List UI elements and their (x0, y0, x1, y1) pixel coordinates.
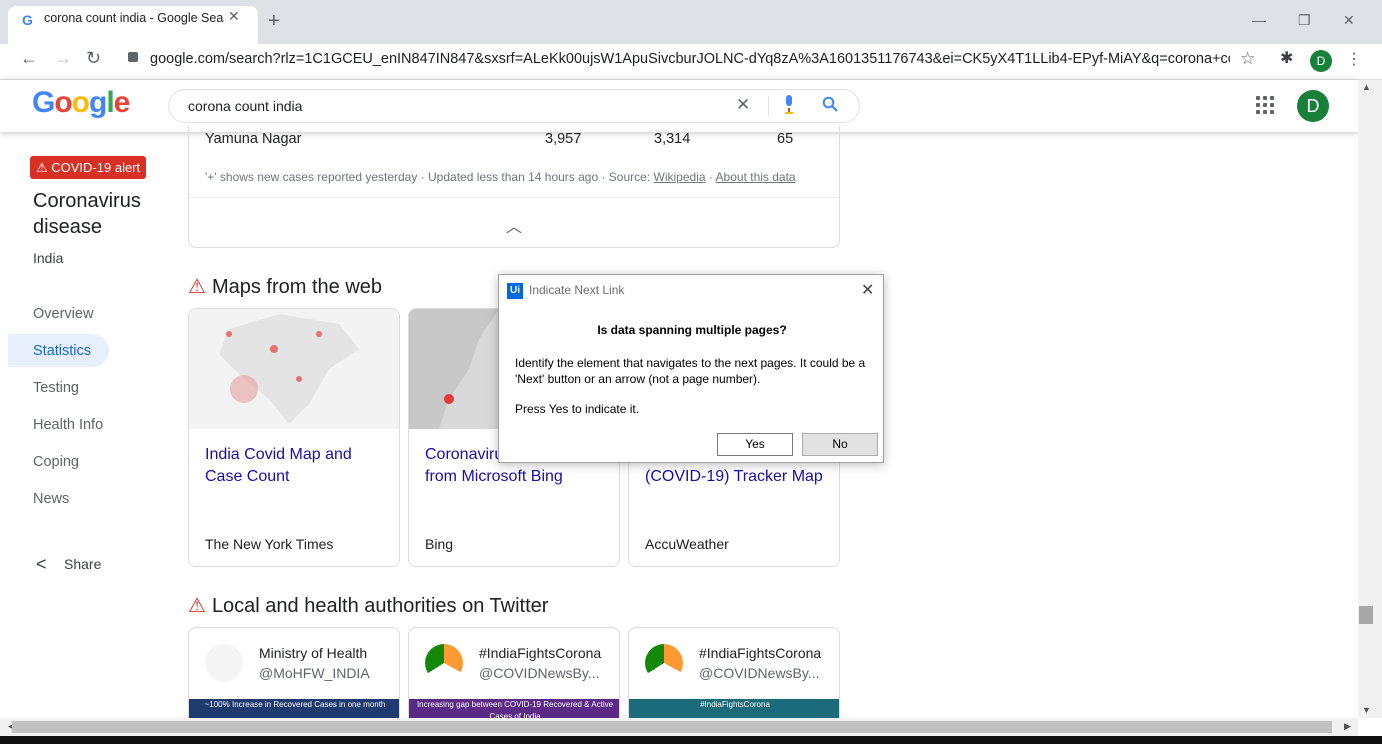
lock-icon[interactable] (128, 52, 138, 62)
map-card-title[interactable]: (COVID-19) Tracker Map (645, 466, 835, 488)
vertical-scroll-thumb[interactable] (1359, 606, 1373, 624)
search-input[interactable]: corona count india (188, 98, 302, 114)
search-icon[interactable] (822, 96, 838, 112)
taskbar (0, 736, 1382, 744)
browser-profile-avatar[interactable]: D (1310, 50, 1332, 72)
nav-item-testing[interactable]: Testing (33, 380, 79, 396)
no-button[interactable]: No (802, 433, 878, 456)
extensions-icon[interactable]: ✱ (1280, 48, 1293, 68)
nav-item-health-info[interactable]: Health Info (33, 417, 103, 433)
nav-item-news[interactable]: News (33, 491, 69, 507)
google-doodle-logo[interactable]: Google (32, 86, 130, 120)
india-fights-corona-avatar (425, 644, 463, 682)
collapse-chevron-icon[interactable]: ︿ (506, 213, 522, 237)
twitter-handle: @COVIDNewsBy... (479, 665, 600, 681)
tweet-banner: #IndiaFightsCorona (629, 699, 839, 719)
dialog-body: Identify the element that navigates to t… (515, 356, 866, 386)
new-tab-button[interactable]: + (268, 10, 280, 33)
uipath-logo-icon: Ui (507, 283, 523, 299)
twitter-handle: @COVIDNewsBy... (699, 665, 820, 681)
indicate-next-link-dialog: Ui Indicate Next Link ✕ Is data spanning… (498, 274, 884, 463)
table-cell-cases: 3,957 (545, 131, 582, 147)
forward-icon[interactable]: → (54, 48, 72, 69)
ministry-emblem-avatar (205, 644, 243, 682)
india-fights-corona-avatar (645, 644, 683, 682)
twitter-card[interactable]: #IndiaFightsCorona @COVIDNewsBy... #Indi… (628, 627, 840, 722)
tab-close-icon[interactable]: ✕ (228, 8, 240, 25)
twitter-card[interactable]: Ministry of Health @MoHFW_INDIA ~100% In… (188, 627, 400, 722)
india-map-thumbnail (189, 309, 399, 429)
twitter-account-name[interactable]: #IndiaFightsCorona (699, 645, 821, 661)
clear-search-icon[interactable]: ✕ (736, 95, 750, 115)
warning-icon: ⚠ (188, 595, 206, 617)
scroll-down-icon[interactable]: ▼ (1362, 705, 1371, 715)
scroll-up-icon[interactable]: ▲ (1362, 82, 1371, 92)
tab-title[interactable]: corona count india - Google Search (44, 11, 224, 25)
tweet-banner: Increasing gap between COVID-19 Recovere… (409, 699, 619, 721)
twitter-card[interactable]: #IndiaFightsCorona @COVIDNewsBy... Incre… (408, 627, 620, 722)
warning-icon: ⚠ (188, 276, 206, 298)
google-account-avatar[interactable]: D (1297, 90, 1329, 122)
reload-icon[interactable]: ↻ (86, 48, 101, 69)
google-favicon-icon: G (22, 12, 33, 28)
map-card-source: Bing (425, 536, 454, 552)
twitter-account-name[interactable]: #IndiaFightsCorona (479, 645, 601, 661)
nav-item-overview[interactable]: Overview (33, 306, 93, 322)
panel-title: Coronavirus disease (33, 190, 141, 238)
footnote-text: '+' shows new cases reported yesterday ·… (205, 170, 654, 184)
maps-heading: ⚠ Maps from the web (188, 276, 383, 298)
restore-icon[interactable]: ❐ (1298, 12, 1311, 29)
table-cell-deaths: 65 (777, 131, 794, 147)
covid-alert-badge: ⚠ COVID-19 alert (30, 156, 147, 179)
horizontal-scroll-thumb[interactable] (12, 721, 1332, 733)
share-icon[interactable]: < (36, 554, 47, 575)
table-cell-recovered: 3,314 (654, 131, 691, 147)
map-card-title[interactable]: India Covid Map and Case Count (205, 444, 385, 488)
scroll-right-icon[interactable]: ▶ (1344, 721, 1351, 732)
map-card[interactable]: India Covid Map and Case Count The New Y… (188, 308, 400, 567)
minimize-icon[interactable]: — (1252, 12, 1266, 28)
map-card-source: AccuWeather (645, 536, 729, 552)
searchbox-divider (768, 96, 769, 116)
tweet-banner: ~100% Increase in Recovered Cases in one… (189, 699, 399, 719)
card-divider (189, 197, 839, 198)
nav-item-statistics[interactable]: Statistics (33, 343, 91, 359)
panel-region: India (33, 250, 64, 266)
dialog-question: Is data spanning multiple pages? (597, 323, 787, 337)
dialog-close-icon[interactable]: ✕ (861, 280, 874, 300)
dialog-title: Indicate Next Link (529, 283, 625, 297)
about-data-link[interactable]: About this data (716, 170, 796, 184)
star-icon[interactable]: ☆ (1240, 49, 1255, 69)
back-icon[interactable]: ← (20, 48, 38, 69)
map-card-source: The New York Times (205, 536, 334, 552)
twitter-heading: ⚠ Local and health authorities on Twitter (188, 595, 549, 617)
google-apps-icon[interactable] (1256, 96, 1274, 114)
twitter-handle: @MoHFW_INDIA (259, 665, 370, 681)
window-close-icon[interactable]: ✕ (1343, 12, 1355, 29)
wikipedia-link[interactable]: Wikipedia (654, 170, 706, 184)
yes-button[interactable]: Yes (717, 433, 793, 456)
table-cell-location: Yamuna Nagar (205, 131, 302, 147)
address-bar[interactable]: google.com/search?rlz=1C1GCEU_enIN847IN8… (150, 51, 1230, 67)
twitter-account-name[interactable]: Ministry of Health (259, 645, 367, 661)
kebab-menu-icon[interactable]: ⋮ (1346, 49, 1362, 69)
dialog-instruction: Press Yes to indicate it. (515, 402, 640, 416)
share-button[interactable]: Share (64, 556, 101, 572)
table-footnote: '+' shows new cases reported yesterday ·… (205, 170, 796, 184)
microphone-icon[interactable] (783, 95, 795, 114)
nav-item-coping[interactable]: Coping (33, 454, 79, 470)
